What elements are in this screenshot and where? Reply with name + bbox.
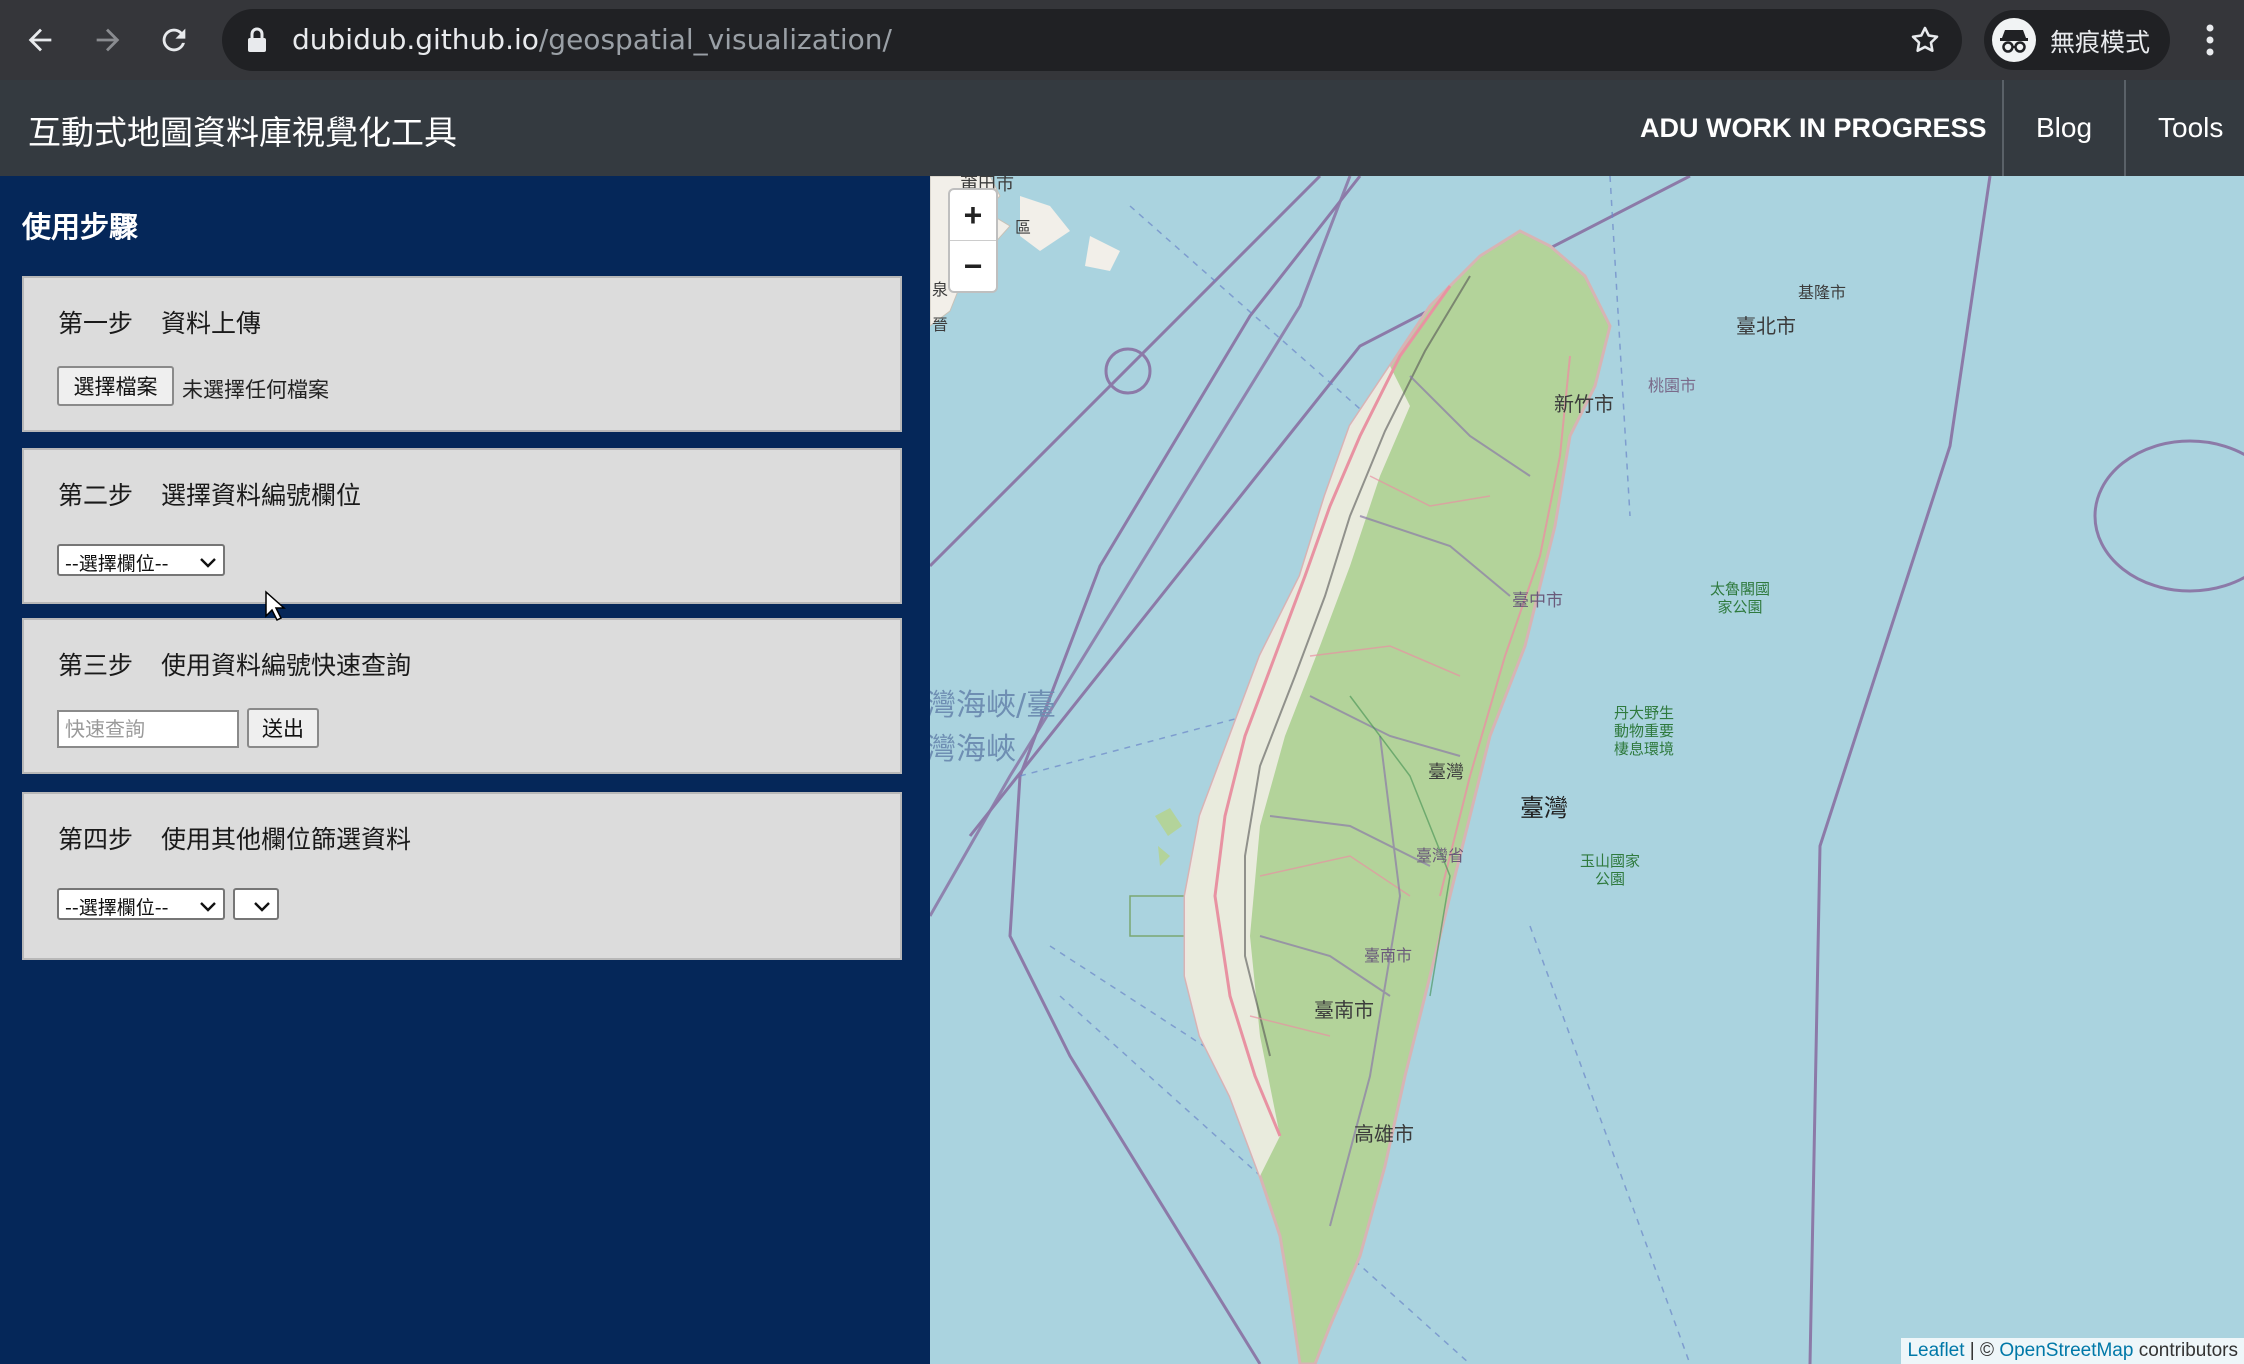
openstreetmap-link[interactable]: OpenStreetMap [1999,1340,2133,1361]
step-title: 第四步 使用其他欄位篩選資料 [58,820,411,856]
incognito-profile-chip[interactable]: 無痕模式 [1984,10,2170,70]
map-label: 區 [1015,218,1032,237]
quick-search-input[interactable] [57,710,239,748]
step-number: 第四步 [58,825,134,854]
choose-file-button[interactable]: 選擇檔案 [57,366,174,406]
url-text: dubidub.github.io/geospatial_visualizati… [292,23,892,57]
chevron-down-icon [199,896,217,918]
address-bar[interactable]: dubidub.github.io/geospatial_visualizati… [222,9,1962,71]
zoom-out-button[interactable]: − [950,241,996,291]
step-card-quick-search: 第三步使用資料編號快速查詢 送出 [22,618,902,774]
step-label: 使用其他欄位篩選資料 [161,825,412,854]
map-label: 晉 [932,315,949,334]
map-tiles [930,176,2244,1364]
map-view[interactable]: 莆田市 區 泉 晉 基隆市 臺北市 桃園市 新竹市 臺中市 太魯閣國 家公園 丹… [930,176,2244,1364]
select-value: --選擇欄位-- [65,553,169,575]
browser-toolbar: dubidub.github.io/geospatial_visualizati… [0,0,2244,80]
lock-icon [246,27,268,57]
map-label: 太魯閣國 家公園 [1710,580,1771,616]
mouse-cursor-icon [264,590,286,626]
nav-link-blog[interactable]: Blog [2036,80,2092,176]
map-label: 臺北市 [1736,314,1796,338]
map-label: 臺灣省 [1416,846,1465,865]
step-number: 第二步 [58,481,134,510]
map-label: 新竹市 [1554,392,1614,416]
step-number: 第三步 [58,651,134,680]
map-label: 基隆市 [1798,283,1847,302]
map-label: 丹大野生 動物重要 棲息環境 [1614,704,1675,758]
id-field-select[interactable]: --選擇欄位-- [57,544,225,576]
file-status-text: 未選擇任何檔案 [182,378,329,402]
step-number: 第一步 [58,309,134,338]
select-value: --選擇欄位-- [65,897,169,919]
attribution-separator: | © [1964,1340,2000,1361]
step-label: 選擇資料編號欄位 [161,481,362,510]
map-label: 高雄市 [1354,1122,1414,1146]
step-card-filter: 第四步 使用其他欄位篩選資料 --選擇欄位-- [22,792,902,960]
nav-divider [2124,80,2126,176]
submit-button[interactable]: 送出 [247,708,319,748]
step-title: 第一步 資料上傳 [58,304,261,340]
incognito-icon [1992,18,2036,62]
step-card-id-field: 第二步 選擇資料編號欄位 --選擇欄位-- [22,448,902,604]
sidebar: 使用步驟 第一步 資料上傳 選擇檔案 未選擇任何檔案 第二步 選擇資料編號欄位 --… [0,176,930,1364]
step-title: 第二步 選擇資料編號欄位 [58,476,361,512]
nav-link-adu[interactable]: ADU WORK IN PROGRESS [1640,80,1987,176]
step-label: 資料上傳 [161,309,262,338]
attribution-suffix: contributors [2133,1340,2238,1361]
leaflet-link[interactable]: Leaflet [1907,1340,1964,1361]
zoom-control: + − [948,188,998,293]
map-attribution: Leaflet | © OpenStreetMap contributors [1901,1338,2244,1364]
chevron-down-icon [253,896,271,918]
filter-field-select[interactable]: --選擇欄位-- [57,888,225,920]
map-label: 臺灣 [1520,794,1568,822]
url-host: dubidub.github.io [292,23,539,56]
map-label: 臺南市 [1314,998,1374,1022]
map-label: 灣海峽/臺 灣海峽 [930,688,1057,767]
map-label: 泉 [932,280,949,299]
more-menu-icon[interactable] [2190,14,2230,66]
site-brand[interactable]: 互動式地圖資料庫視覺化工具 [28,106,457,154]
sidebar-title: 使用步驟 [22,210,139,244]
map-label: 臺灣 [1428,762,1464,783]
url-path: /geospatial_visualization/ [538,23,892,56]
map-label: 玉山國家 公園 [1580,852,1641,888]
filter-value-select[interactable] [233,888,279,920]
back-arrow-icon[interactable] [12,12,68,68]
map-label: 桃園市 [1648,376,1697,395]
incognito-label: 無痕模式 [2050,28,2151,57]
nav-divider [2002,80,2004,176]
step-label: 使用資料編號快速查詢 [161,651,412,680]
reload-icon[interactable] [146,12,202,68]
map-label: 臺南市 [1364,946,1413,965]
chevron-down-icon [199,552,217,574]
forward-arrow-icon[interactable] [80,12,136,68]
star-icon[interactable] [1908,23,1942,61]
site-navbar: 互動式地圖資料庫視覺化工具 ADU WORK IN PROGRESS Blog … [0,80,2244,176]
step-title: 第三步 使用資料編號快速查詢 [58,646,411,682]
map-label: 臺中市 [1512,591,1563,611]
step-card-upload: 第一步 資料上傳 選擇檔案 未選擇任何檔案 [22,276,902,432]
nav-link-tools[interactable]: Tools [2158,80,2223,176]
zoom-in-button[interactable]: + [950,190,996,241]
